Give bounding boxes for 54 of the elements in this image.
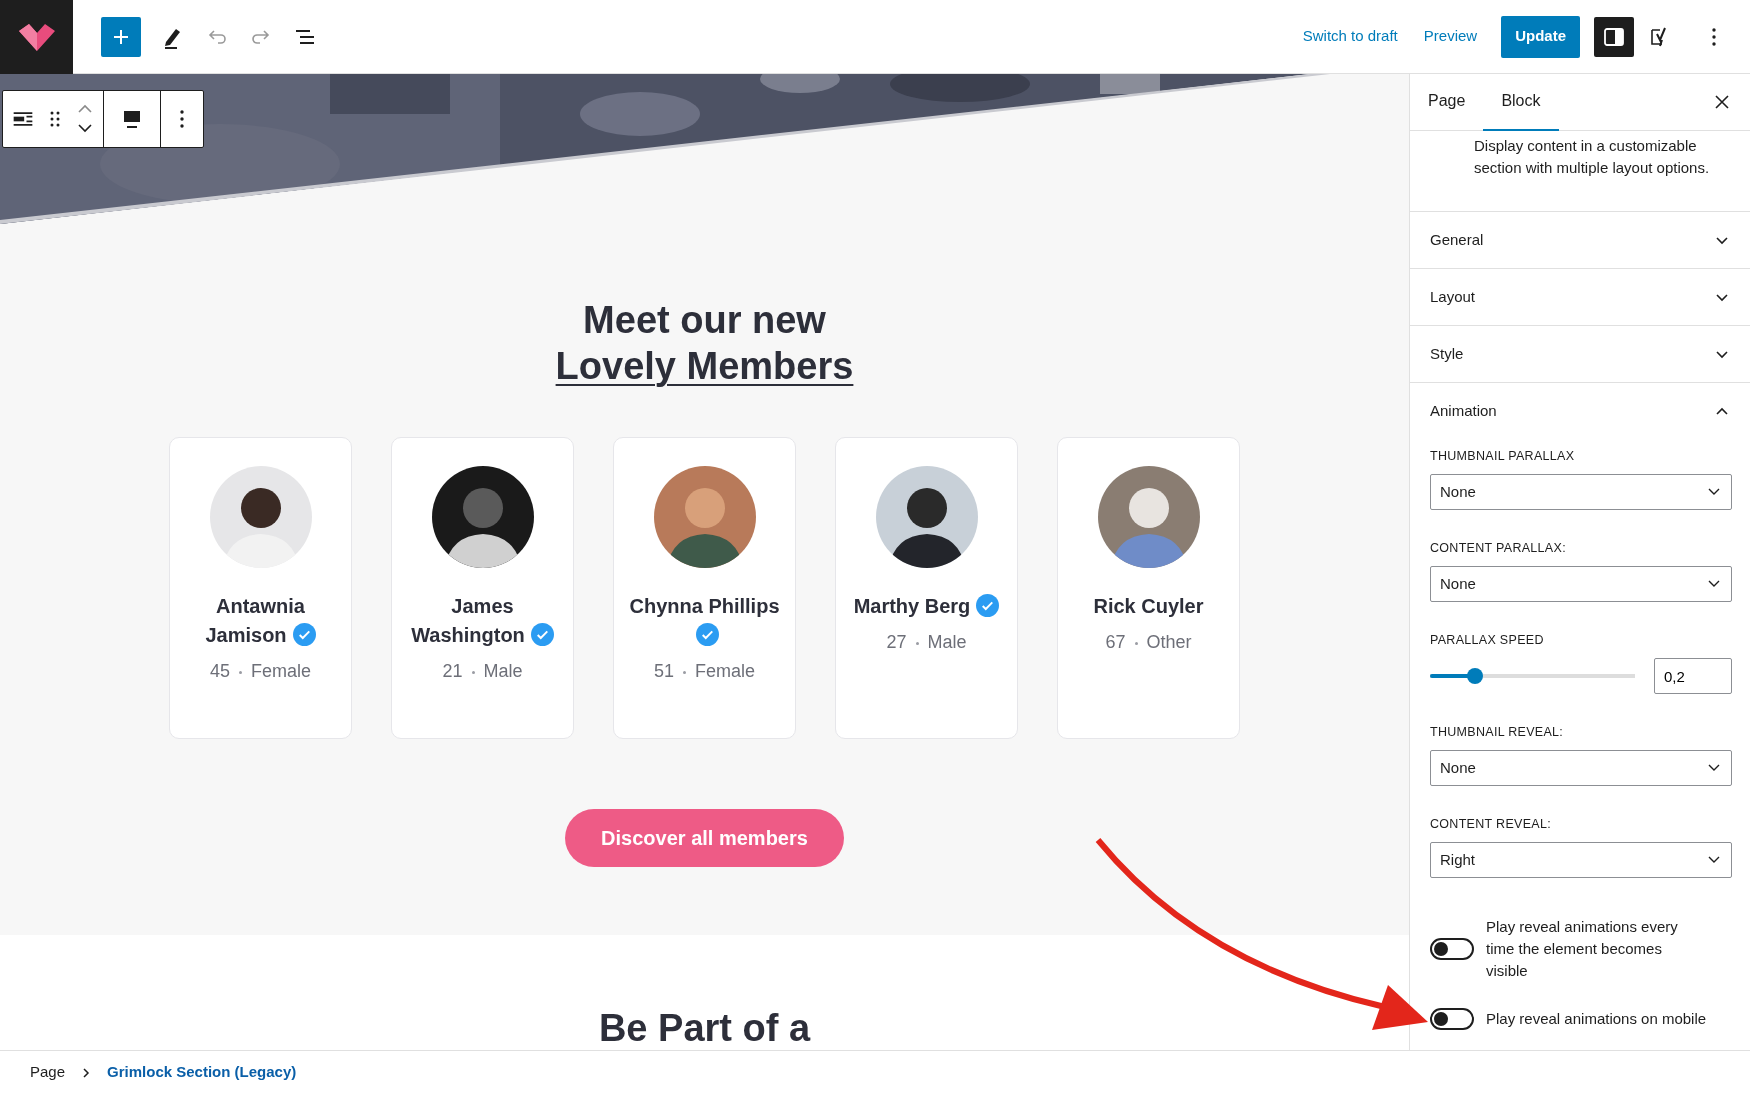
select-field[interactable]: None xyxy=(1430,474,1732,510)
number-field[interactable]: 0,2 xyxy=(1654,658,1732,694)
panel-header[interactable]: General xyxy=(1410,212,1750,269)
chevron-icon xyxy=(1708,764,1720,772)
section-heading: Meet our new xyxy=(582,298,827,343)
sidebar-tab[interactable]: Block xyxy=(1483,74,1559,131)
field-label: PARALLAX SPEED xyxy=(1430,632,1545,648)
chevron-icon xyxy=(81,1066,92,1079)
section-heading: Be Part of a xyxy=(597,1006,812,1050)
member-age: 27 xyxy=(886,632,907,652)
chevron-icon xyxy=(1708,580,1720,588)
toggle-switch[interactable] xyxy=(1430,938,1474,960)
update-button[interactable]: Update xyxy=(1501,15,1580,58)
slider-thumb[interactable] xyxy=(1467,668,1484,684)
panel-header[interactable]: Style xyxy=(1410,326,1750,383)
header-link[interactable]: Switch to draft xyxy=(1292,19,1408,54)
field-label: THUMBNAIL PARALLAX xyxy=(1430,448,1576,464)
member-gender: Female xyxy=(251,661,312,681)
member-age: 51 xyxy=(653,661,674,681)
more-options-icon[interactable] xyxy=(179,109,185,129)
sidebar-tab[interactable]: Page xyxy=(1410,74,1484,131)
member-name: Antawnia Jamison xyxy=(205,595,305,646)
member-name: Chynna Phillips xyxy=(629,595,780,617)
panel-header[interactable]: Layout xyxy=(1410,269,1750,326)
sidebar-icon xyxy=(1603,25,1625,48)
add-block-button[interactable] xyxy=(101,16,141,57)
member-name: James Washington xyxy=(411,595,525,646)
block-description: Display content in a customizable section with multiple layout options. xyxy=(1410,131,1750,212)
member-age: 45 xyxy=(209,661,230,681)
chevron-icon xyxy=(1708,488,1720,496)
member-gender: Female xyxy=(695,661,756,681)
member-name: Marthy Berg xyxy=(853,595,971,617)
settings-button[interactable] xyxy=(1594,16,1634,57)
select-field[interactable]: Right xyxy=(1430,842,1732,878)
toggle-label: Play reveal animations on mobile xyxy=(1486,1009,1707,1029)
toggle-label: Play reveal animations every time the element becomes visible xyxy=(1486,917,1679,981)
toggle-switch[interactable] xyxy=(1430,1008,1474,1030)
breadcrumb-item[interactable]: Page xyxy=(30,1061,66,1084)
select-field[interactable]: None xyxy=(1430,750,1732,786)
member-age: 21 xyxy=(442,661,463,681)
member-gender: Male xyxy=(483,661,523,681)
member-name: Rick Cuyler xyxy=(1093,595,1204,617)
panel-header[interactable]: Animation xyxy=(1410,383,1750,440)
field-label: THUMBNAIL REVEAL: xyxy=(1430,724,1565,740)
member-gender: Male xyxy=(927,632,967,652)
header-link[interactable]: Preview xyxy=(1413,19,1488,54)
member-age: 67 xyxy=(1105,632,1126,652)
select-field[interactable]: None xyxy=(1430,566,1732,602)
member-gender: Other xyxy=(1146,632,1192,652)
breadcrumb-item[interactable]: Grimlock Section (Legacy) xyxy=(107,1061,297,1084)
field-label: CONTENT REVEAL: xyxy=(1430,816,1552,832)
field-label: CONTENT PARALLAX: xyxy=(1430,540,1567,556)
chevron-icon xyxy=(1708,856,1720,864)
section-heading: Lovely Members xyxy=(555,345,854,387)
